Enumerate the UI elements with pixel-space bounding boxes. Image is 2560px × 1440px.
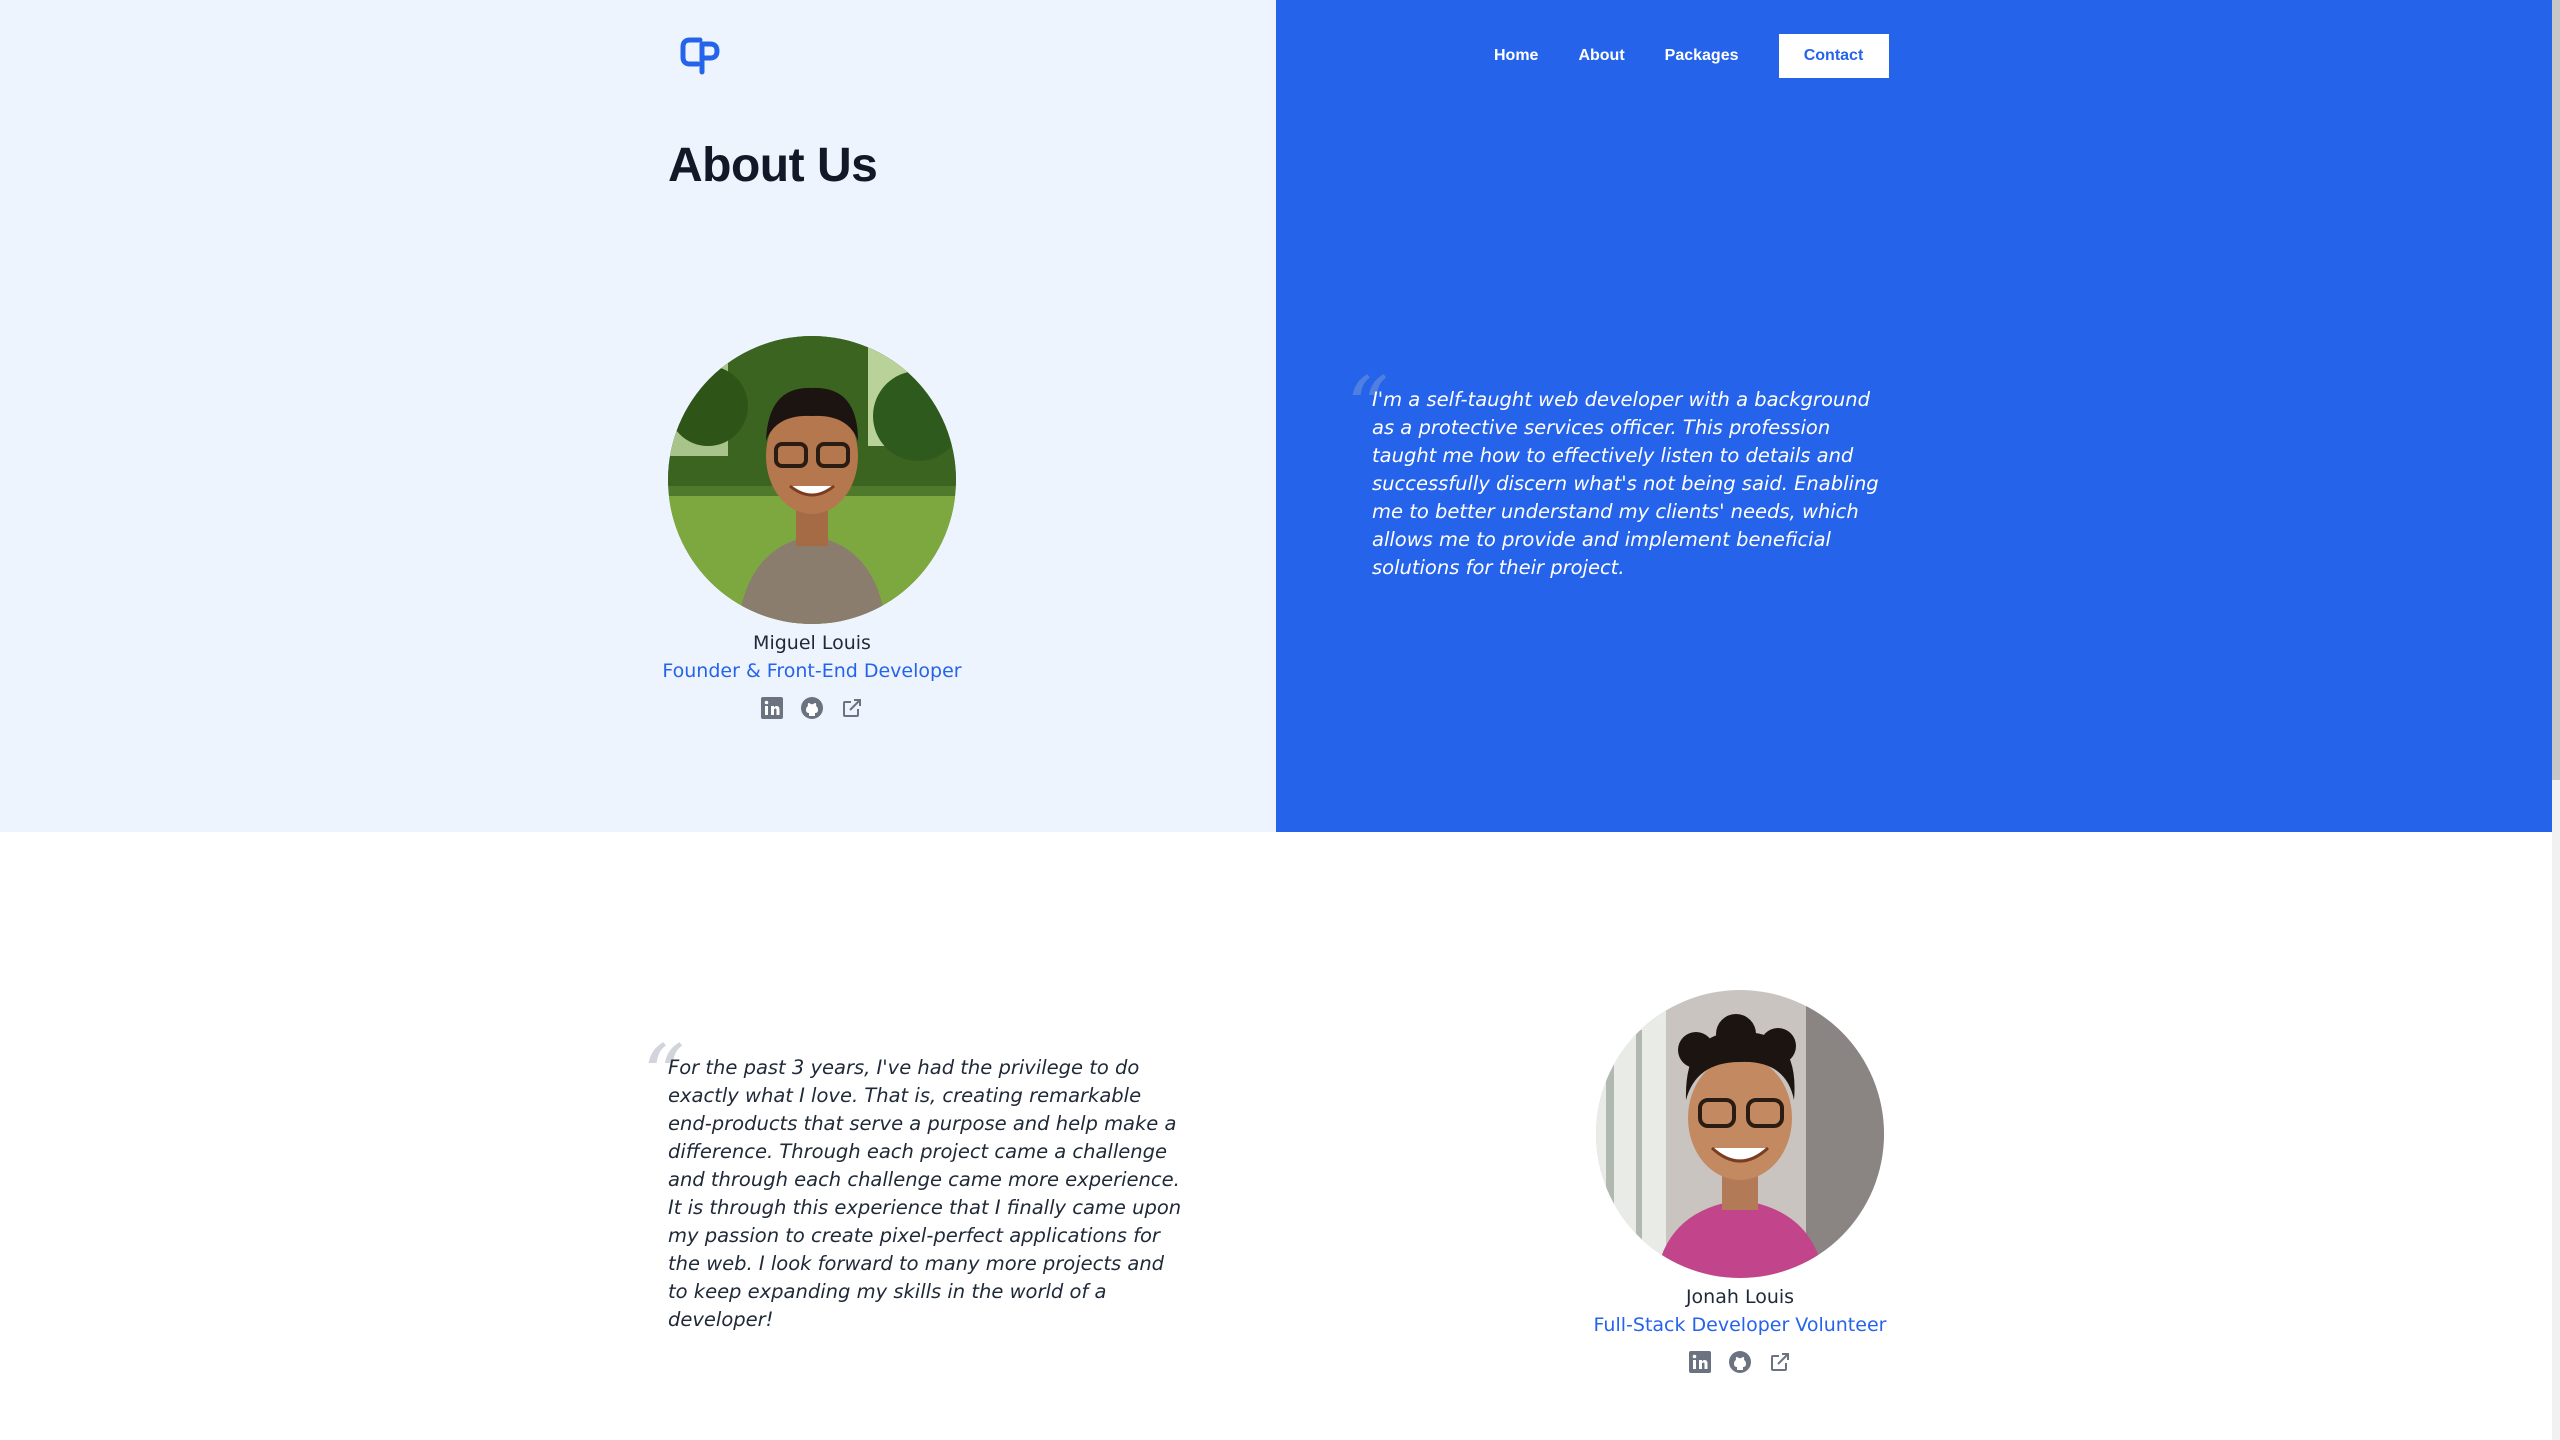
- jonah-quote: For the past 3 years, I've had the privi…: [668, 1056, 1182, 1331]
- linkedin-icon[interactable]: [760, 696, 784, 720]
- external-link-icon[interactable]: [1768, 1350, 1792, 1374]
- nav-packages-link[interactable]: Packages: [1665, 47, 1739, 65]
- miguel-name: Miguel Louis: [753, 632, 871, 654]
- github-icon[interactable]: [800, 696, 824, 720]
- miguel-socials: [760, 696, 864, 720]
- github-icon[interactable]: [1728, 1350, 1752, 1374]
- miguel-avatar: [668, 336, 956, 624]
- jonah-avatar: [1596, 990, 1884, 1278]
- hero-section: [0, 0, 2560, 832]
- main-nav: Home About Packages Contact: [1494, 34, 1889, 78]
- jonah-socials: [1688, 1350, 1792, 1374]
- scrollbar-thumb[interactable]: [2552, 0, 2560, 780]
- miguel-quote: I'm a self-taught web developer with a b…: [1372, 388, 1879, 579]
- contact-button[interactable]: Contact: [1778, 34, 1889, 78]
- jonah-role: Full-Stack Developer Volunteer: [1593, 1314, 1887, 1336]
- external-link-icon[interactable]: [840, 696, 864, 720]
- page-title: About Us: [668, 139, 878, 192]
- jonah-name: Jonah Louis: [1685, 1286, 1795, 1308]
- page-scrollbar[interactable]: [2552, 0, 2560, 1440]
- linkedin-icon[interactable]: [1688, 1350, 1712, 1374]
- miguel-role: Founder & Front-End Developer: [662, 660, 962, 682]
- nav-home-link[interactable]: Home: [1494, 47, 1538, 65]
- cp-logo-icon[interactable]: [678, 34, 722, 76]
- nav-about-link[interactable]: About: [1578, 47, 1624, 65]
- hero-left-panel: [0, 0, 1276, 832]
